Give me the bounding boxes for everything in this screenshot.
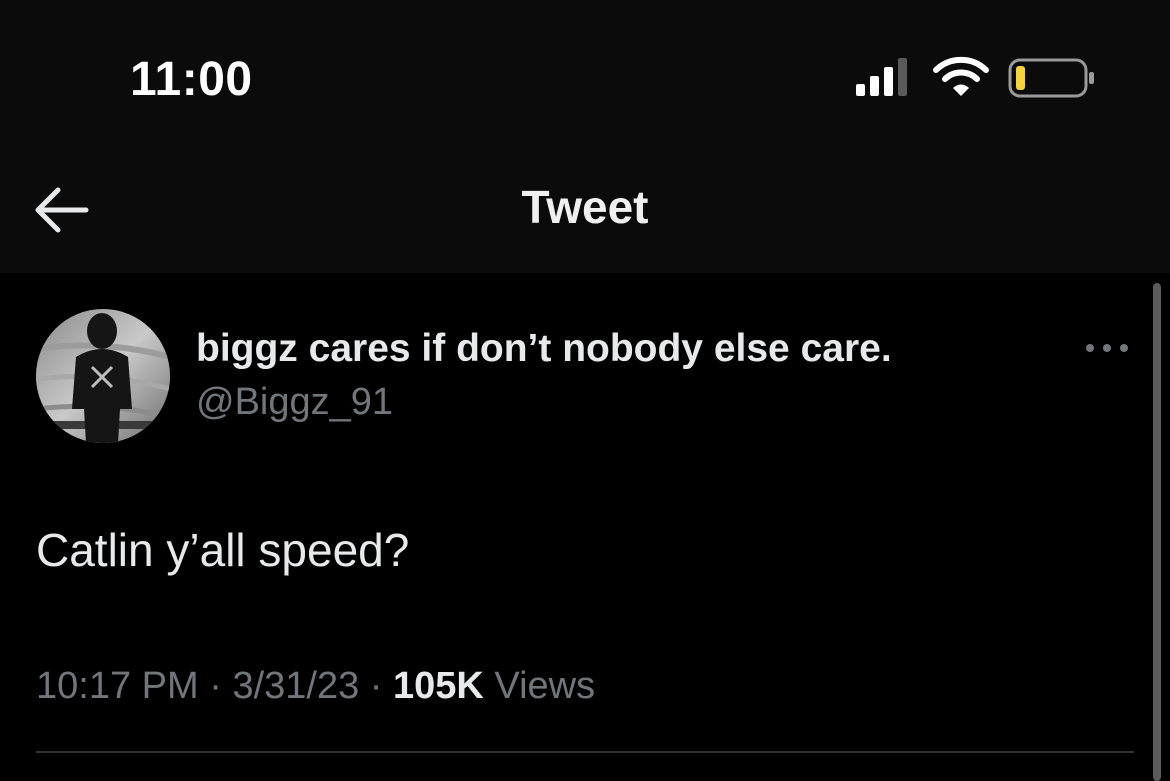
page-title: Tweet — [521, 181, 649, 233]
signal-icon — [856, 58, 907, 96]
avatar-image — [36, 309, 170, 443]
tweet-date[interactable]: 3/31/23 — [232, 665, 359, 707]
meta-separator: · — [369, 665, 383, 707]
meta-separator: · — [209, 665, 222, 707]
views-label[interactable]: Views — [494, 665, 595, 707]
divider — [36, 751, 1134, 753]
nav-bar: Tweet — [0, 150, 1170, 273]
more-horizontal-icon[interactable] — [1082, 333, 1132, 363]
tweet-time[interactable]: 10:17 PM — [36, 665, 199, 707]
views-count[interactable]: 105K — [393, 665, 484, 707]
tweet-meta: 10:17 PM · 3/31/23 · 105K Views — [36, 665, 595, 708]
avatar[interactable] — [36, 309, 170, 443]
wifi-icon — [933, 56, 989, 96]
battery-icon — [1008, 58, 1094, 98]
tweet-text: Catlin y’all speed? — [36, 524, 410, 576]
tweet-detail: biggz cares if don’t nobody else care. @… — [0, 273, 1170, 781]
scrollbar[interactable] — [1153, 283, 1161, 781]
status-bar: 11:00 — [0, 0, 1170, 150]
author-handle[interactable]: @Biggz_91 — [196, 381, 393, 424]
status-time: 11:00 — [130, 53, 253, 106]
author-display-name[interactable]: biggz cares if don’t nobody else care. — [196, 327, 892, 371]
